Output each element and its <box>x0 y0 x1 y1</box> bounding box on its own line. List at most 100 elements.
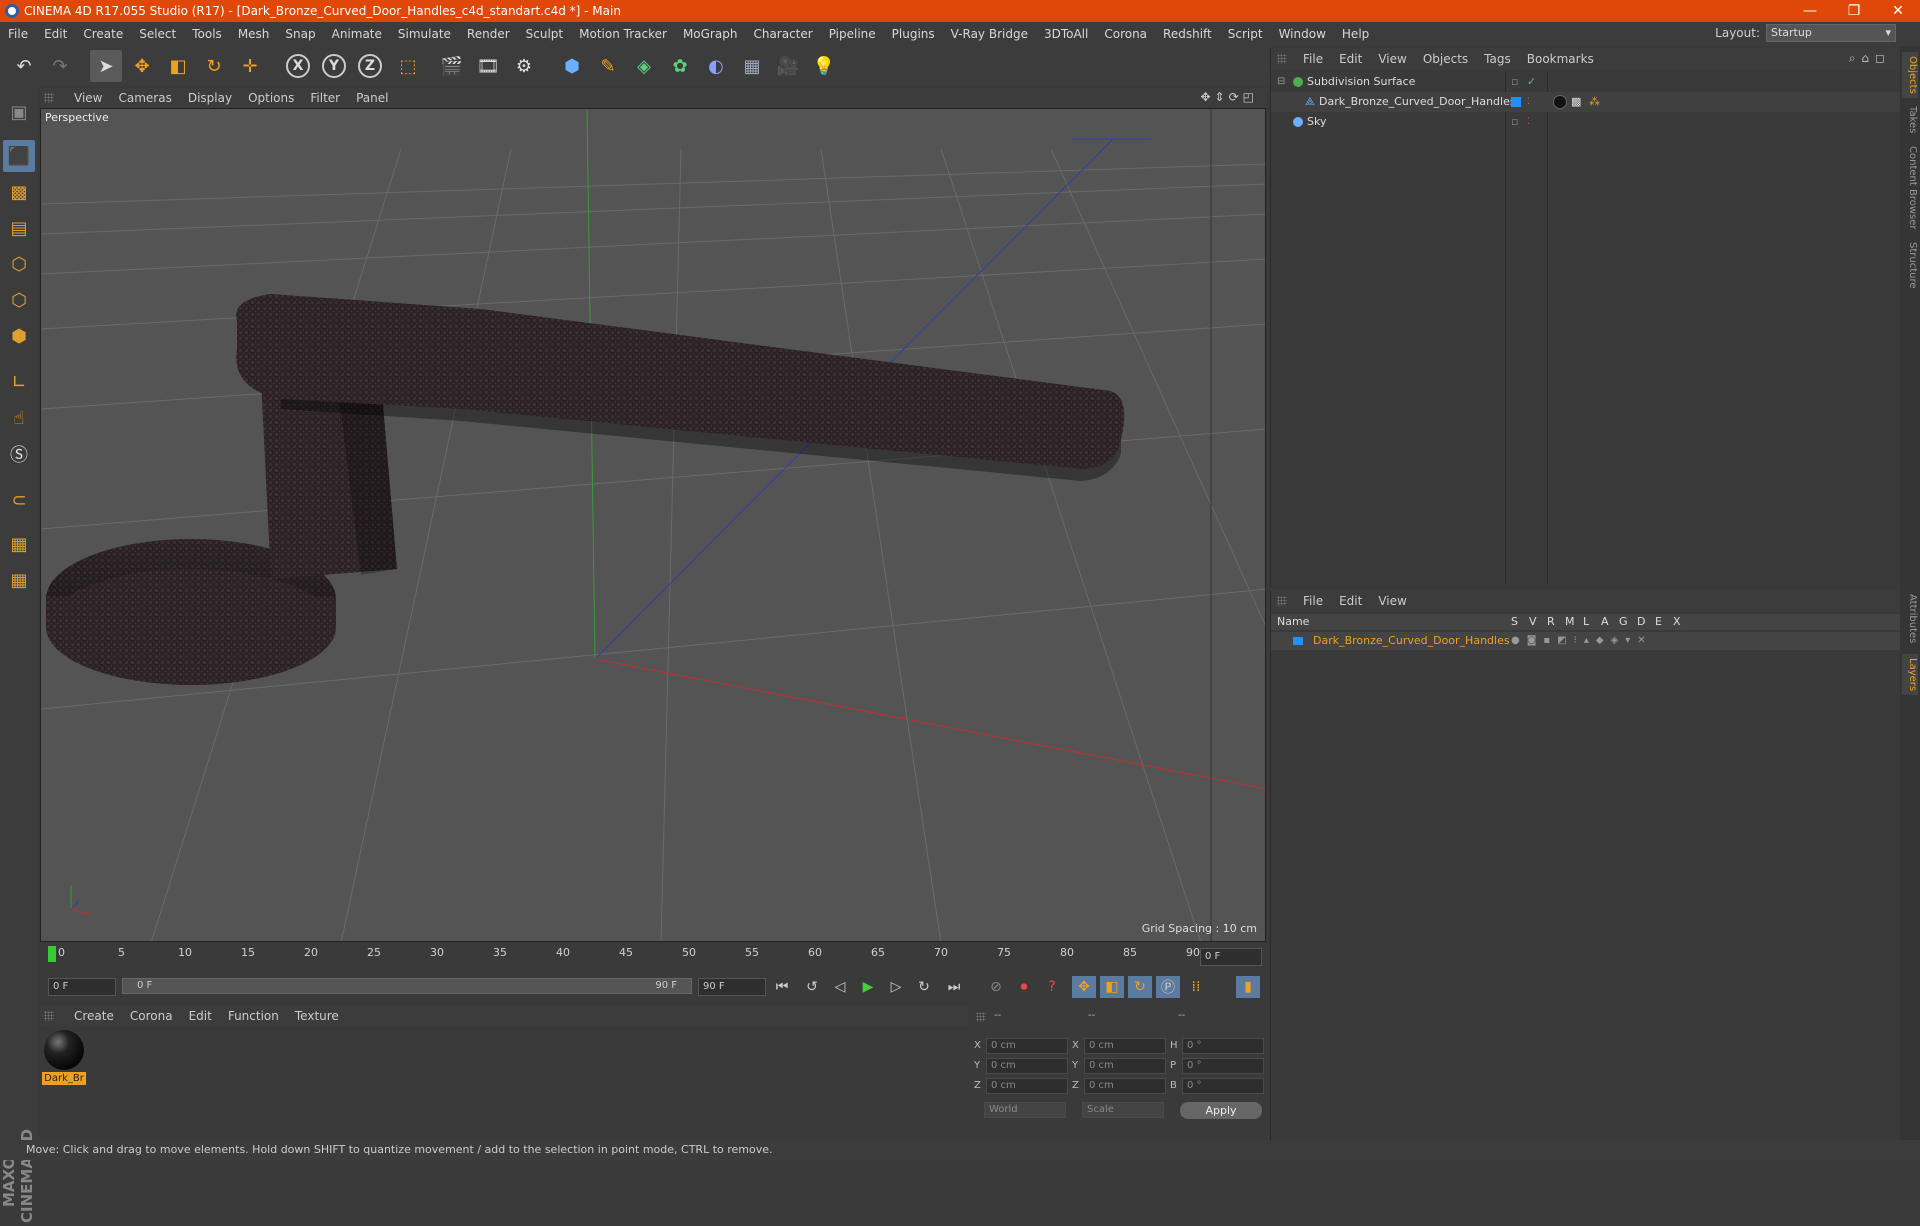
key-scale-icon[interactable]: ◧ <box>1100 976 1124 998</box>
layer-row[interactable]: Dark_Bronze_Curved_Door_Handles ●◙▪◩⁝▴◆◈… <box>1271 632 1901 650</box>
planar-workplane-icon[interactable]: ▦ <box>3 564 35 596</box>
viewport-menu-display[interactable]: Display <box>180 91 240 105</box>
camera-icon[interactable]: 🎥 <box>772 50 804 82</box>
menu-tools[interactable]: Tools <box>184 27 230 41</box>
tab-objects[interactable]: Objects <box>1902 52 1918 98</box>
material-menu-edit[interactable]: Edit <box>181 1009 220 1023</box>
previous-key-icon[interactable]: ↺ <box>800 976 824 998</box>
object-row-subdivision[interactable]: ⊟ Subdivision Surface ▫ ✓ <box>1271 72 1901 92</box>
subdivision-icon[interactable]: ◈ <box>628 50 660 82</box>
axis-y-lock-button[interactable]: Y <box>318 50 350 82</box>
timeline-window-icon[interactable]: ▮ <box>1236 976 1260 998</box>
layer-menu-edit[interactable]: Edit <box>1331 594 1370 608</box>
undo-icon[interactable]: ↶ <box>8 50 40 82</box>
layer-menu-file[interactable]: File <box>1295 594 1331 608</box>
menu-mesh[interactable]: Mesh <box>230 27 278 41</box>
points-mode-icon[interactable]: ⬡ <box>3 248 35 280</box>
rotation-h-field[interactable]: 0 ° <box>1182 1038 1264 1054</box>
coordinate-system-icon[interactable]: ⬚ <box>392 50 424 82</box>
object-menu-tags[interactable]: Tags <box>1476 52 1519 66</box>
scale-tool-icon[interactable]: ◧ <box>162 50 194 82</box>
scale-dropdown[interactable]: Scale <box>1082 1102 1164 1118</box>
rotation-p-field[interactable]: 0 ° <box>1182 1058 1264 1074</box>
menu-motion-tracker[interactable]: Motion Tracker <box>571 27 675 41</box>
menu-3dtoall[interactable]: 3DToAll <box>1036 27 1096 41</box>
menu-snap[interactable]: Snap <box>277 27 323 41</box>
viewport-menu-view[interactable]: View <box>66 91 110 105</box>
minimize-icon[interactable]: — <box>1788 0 1832 22</box>
render-view-icon[interactable]: 🎬 <box>436 50 468 82</box>
menu-animate[interactable]: Animate <box>324 27 390 41</box>
menu-render[interactable]: Render <box>459 27 518 41</box>
workplane-icon[interactable]: ▤ <box>3 212 35 244</box>
menu-help[interactable]: Help <box>1334 27 1377 41</box>
visibility-dots-icon[interactable]: ⁚ <box>1527 92 1530 112</box>
record-keys-icon[interactable]: ⊘ <box>984 976 1008 998</box>
select-pointer-icon[interactable]: ➤ <box>90 50 122 82</box>
visibility-toggle-icon[interactable]: ▫ <box>1511 72 1518 92</box>
object-menu-edit[interactable]: Edit <box>1331 52 1370 66</box>
make-editable-icon[interactable]: ▣ <box>3 96 35 128</box>
axis-z-lock-button[interactable]: Z <box>354 50 386 82</box>
floor-icon[interactable]: ▦ <box>736 50 768 82</box>
menu-file[interactable]: File <box>0 27 36 41</box>
tab-content-browser[interactable]: Content Browser <box>1902 146 1918 229</box>
move-tool-icon[interactable]: ✥ <box>126 50 158 82</box>
edges-mode-icon[interactable]: ⬡ <box>3 284 35 316</box>
layer-color-swatch[interactable] <box>1511 97 1521 107</box>
cube-primitive-icon[interactable]: ⬢ <box>556 50 588 82</box>
tab-layers[interactable]: Layers <box>1902 654 1918 696</box>
viewport-menu-cameras[interactable]: Cameras <box>110 91 179 105</box>
enable-axis-icon[interactable]: ∟ <box>3 366 35 398</box>
polygons-mode-icon[interactable]: ⬢ <box>3 320 35 352</box>
object-row-sky[interactable]: Sky ▫ ⁚ <box>1271 112 1901 132</box>
menu-sculpt[interactable]: Sculpt <box>518 27 571 41</box>
menu-redshift[interactable]: Redshift <box>1155 27 1220 41</box>
size-z-field[interactable]: 0 cm <box>1084 1078 1166 1094</box>
object-menu-file[interactable]: File <box>1295 52 1331 66</box>
render-picture-viewer-icon[interactable]: 🎞 <box>472 50 504 82</box>
lock-workplane-icon[interactable]: ▦ <box>3 528 35 560</box>
tweak-mode-icon[interactable]: ☝ <box>3 402 35 434</box>
visibility-toggle-icon[interactable]: ▫ <box>1511 112 1518 132</box>
snap-magnet-icon[interactable]: ⊂ <box>3 484 35 516</box>
go-to-start-icon[interactable]: ⏮ <box>770 976 794 998</box>
solo-mode-icon[interactable]: Ⓢ <box>3 438 35 470</box>
viewport-menu-options[interactable]: Options <box>240 91 302 105</box>
material-menu-texture[interactable]: Texture <box>287 1009 347 1023</box>
size-y-field[interactable]: 0 cm <box>1084 1058 1166 1074</box>
next-key-icon[interactable]: ↻ <box>912 976 936 998</box>
texture-tag-icon[interactable]: ▩ <box>1571 92 1581 112</box>
material-tag-icon[interactable] <box>1553 95 1567 109</box>
menu-edit[interactable]: Edit <box>36 27 75 41</box>
layer-color-swatch[interactable] <box>1293 637 1303 645</box>
layout-dropdown[interactable]: Startup ▾ <box>1766 24 1896 42</box>
menu-character[interactable]: Character <box>745 27 820 41</box>
material-menu-function[interactable]: Function <box>220 1009 287 1023</box>
keyframe-selection-icon[interactable]: ? <box>1040 976 1064 998</box>
timeline-ruler[interactable]: 0 5 10 15 20 25 30 35 40 45 50 55 60 65 … <box>40 944 1266 970</box>
tab-attributes[interactable]: Attributes <box>1902 594 1918 643</box>
menu-script[interactable]: Script <box>1220 27 1271 41</box>
object-menu-view[interactable]: View <box>1370 52 1414 66</box>
render-settings-icon[interactable]: ⚙ <box>508 50 540 82</box>
tab-structure[interactable]: Structure <box>1902 242 1918 289</box>
layer-menu-view[interactable]: View <box>1370 594 1414 608</box>
menu-plugins[interactable]: Plugins <box>884 27 943 41</box>
key-rotation-icon[interactable]: ↻ <box>1128 976 1152 998</box>
texture-mode-icon[interactable]: ▩ <box>3 176 35 208</box>
visibility-dots-icon[interactable]: ⁚ <box>1527 112 1530 132</box>
position-y-field[interactable]: 0 cm <box>986 1058 1068 1074</box>
collapse-icon[interactable]: ⊟ <box>1277 72 1285 92</box>
restore-icon[interactable]: ❐ <box>1832 0 1876 22</box>
phong-tag-icon[interactable]: ⁂ <box>1589 92 1600 112</box>
rotation-b-field[interactable]: 0 ° <box>1182 1078 1264 1094</box>
rotate-tool-icon[interactable]: ↻ <box>198 50 230 82</box>
layer-flags-icons[interactable]: ●◙▪◩⁝▴◆◈▾✕ <box>1511 632 1653 650</box>
search-icon[interactable]: ⌕⌂◻ <box>1849 51 1891 66</box>
material-swatch[interactable]: Dark_Br <box>42 1028 86 1086</box>
position-z-field[interactable]: 0 cm <box>986 1078 1068 1094</box>
light-icon[interactable]: 💡 <box>808 50 840 82</box>
menu-corona[interactable]: Corona <box>1096 27 1155 41</box>
tab-takes[interactable]: Takes <box>1902 106 1918 133</box>
